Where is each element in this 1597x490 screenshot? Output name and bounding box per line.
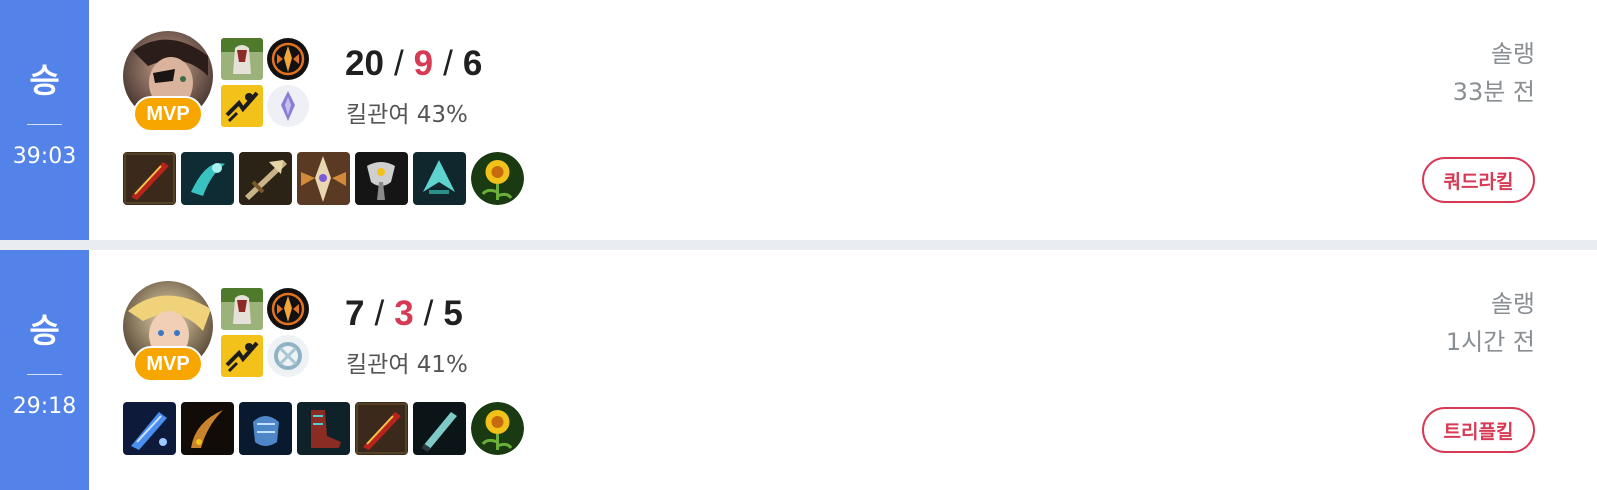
kda-separator: / xyxy=(393,44,404,83)
kda-separator: / xyxy=(443,44,453,83)
mvp-badge: MVP xyxy=(133,346,203,382)
collector-icon[interactable] xyxy=(239,152,292,205)
deaths: 9 xyxy=(413,44,434,83)
ghost-spell-icon xyxy=(221,288,263,330)
keystone-rune-icon xyxy=(267,288,309,330)
result-label: 승 xyxy=(29,61,60,100)
result-bar: 승 29:18 xyxy=(0,250,89,490)
scimitar-icon[interactable] xyxy=(181,402,234,455)
game-duration: 29:18 xyxy=(12,394,77,419)
queue-type: 솔랭 xyxy=(1490,290,1535,318)
runaans-icon[interactable] xyxy=(297,152,350,205)
ghost-spell-icon xyxy=(221,38,263,80)
precision-rune-icon xyxy=(267,335,309,377)
blade-icon[interactable] xyxy=(413,402,466,455)
result-divider xyxy=(27,374,62,375)
flash-spell-icon xyxy=(221,85,263,127)
queue-type: 솔랭 xyxy=(1490,40,1535,68)
rageblade-icon[interactable] xyxy=(123,152,176,205)
kda-score: 7/3/5 xyxy=(345,296,463,331)
match-card[interactable]: 승 29:18 MVP 7/3/5 킬관여 41% 솔랭 1시간 전 트리플킬 xyxy=(0,250,1597,490)
navori-icon[interactable] xyxy=(123,402,176,455)
kda-score: 20/9/6 xyxy=(345,46,482,81)
infinity-edge-icon[interactable] xyxy=(355,152,408,205)
match-card[interactable]: 승 39:03 MVP 20/9/6 킬관여 43% 솔랭 33분 전 쿼드라킬 xyxy=(0,0,1597,240)
guinsoo-icon[interactable] xyxy=(181,152,234,205)
gauntlet-icon[interactable] xyxy=(239,402,292,455)
farsight-trinket-icon[interactable] xyxy=(471,152,524,205)
assists: 6 xyxy=(462,44,483,83)
deaths: 3 xyxy=(394,294,414,333)
sorcery-rune-icon xyxy=(267,85,309,127)
result-divider xyxy=(27,124,62,125)
flash-spell-icon xyxy=(221,335,263,377)
time-ago: 33분 전 xyxy=(1452,78,1535,106)
result-bar: 승 39:03 xyxy=(0,0,89,240)
kda-separator: / xyxy=(423,294,434,333)
multikill-badge: 트리플킬 xyxy=(1422,407,1535,453)
assists: 5 xyxy=(443,294,463,333)
kill-participation: 킬관여 41% xyxy=(346,352,468,378)
kills: 20 xyxy=(345,44,384,83)
berserker-greaves-icon[interactable] xyxy=(297,402,350,455)
rageblade-icon[interactable] xyxy=(355,402,408,455)
mvp-badge: MVP xyxy=(133,96,203,132)
result-label: 승 xyxy=(29,311,60,350)
kill-participation: 킬관여 43% xyxy=(346,102,468,128)
mercurial-icon[interactable] xyxy=(413,152,466,205)
keystone-rune-icon xyxy=(267,38,309,80)
kda-separator: / xyxy=(374,294,385,333)
game-duration: 39:03 xyxy=(12,144,77,169)
farsight-trinket-icon[interactable] xyxy=(471,402,524,455)
multikill-badge: 쿼드라킬 xyxy=(1422,157,1535,203)
time-ago: 1시간 전 xyxy=(1445,328,1535,356)
kills: 7 xyxy=(345,294,365,333)
